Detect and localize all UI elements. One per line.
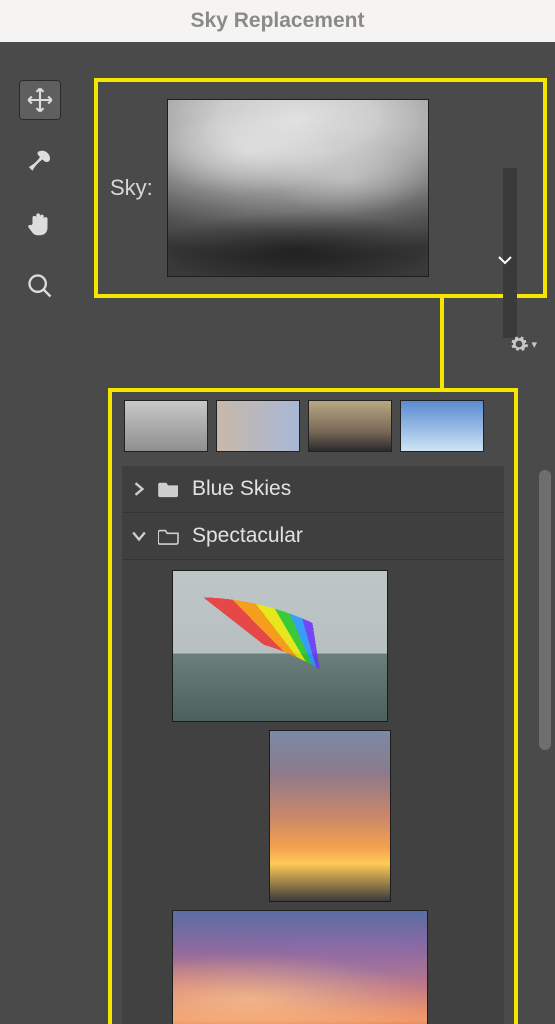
recent-thumb[interactable] xyxy=(124,400,208,452)
recent-thumb[interactable] xyxy=(216,400,300,452)
chevron-down-icon[interactable] xyxy=(497,254,513,266)
chevron-right-icon xyxy=(132,482,146,496)
zoom-tool[interactable] xyxy=(19,266,61,306)
sky-preview-thumbnail[interactable] xyxy=(167,99,429,277)
preset-options-button[interactable]: ▾ xyxy=(509,334,537,354)
brush-tool[interactable] xyxy=(19,142,61,182)
recent-presets-row xyxy=(112,392,514,460)
folder-icon xyxy=(158,480,180,498)
move-tool[interactable] xyxy=(19,80,61,120)
sky-dropdown-highlight: Sky: xyxy=(94,78,547,298)
sunset-icon xyxy=(270,731,390,901)
folder-spectacular[interactable]: Spectacular xyxy=(122,513,504,560)
hand-tool[interactable] xyxy=(19,204,61,244)
folder-label: Blue Skies xyxy=(192,477,291,501)
gear-icon xyxy=(509,334,529,354)
folder-blue-skies[interactable]: Blue Skies xyxy=(122,466,504,513)
sunset-wide-icon xyxy=(173,911,427,1024)
preset-picker-highlight: Blue Skies Spectacular xyxy=(108,388,518,1024)
stormy-clouds-icon xyxy=(168,100,428,276)
sky-panel: Sky: xyxy=(94,78,547,298)
folder-spectacular-contents xyxy=(122,560,504,1024)
preset-thumb[interactable] xyxy=(172,570,388,722)
window-title: Sky Replacement xyxy=(191,9,365,33)
preset-scrollbar[interactable] xyxy=(539,470,551,750)
preset-thumb[interactable] xyxy=(269,730,391,902)
recent-thumb[interactable] xyxy=(308,400,392,452)
panel-body: Sky: ▾ xyxy=(0,42,555,1024)
folder-open-icon xyxy=(158,527,180,545)
sky-dropdown-handle[interactable] xyxy=(503,168,517,338)
rainbow-icon xyxy=(173,571,387,721)
preset-thumb[interactable] xyxy=(172,910,428,1024)
sky-label: Sky: xyxy=(110,175,153,201)
chevron-down-icon xyxy=(132,529,146,543)
recent-thumb[interactable] xyxy=(400,400,484,452)
folder-label: Spectacular xyxy=(192,524,303,548)
tool-strip xyxy=(10,80,70,306)
window-titlebar: Sky Replacement xyxy=(0,0,555,42)
preset-folders: Blue Skies Spectacular xyxy=(122,466,504,1024)
